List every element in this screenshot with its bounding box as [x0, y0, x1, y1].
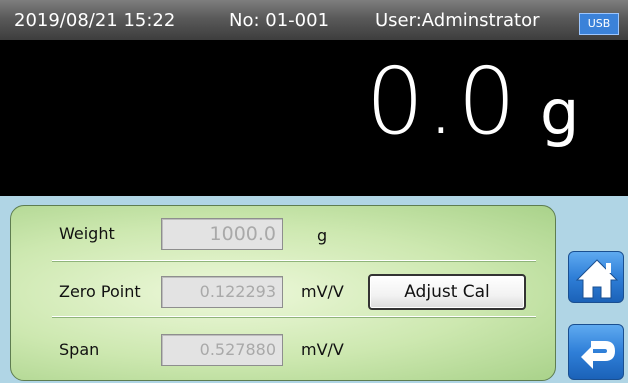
device-number-label: No: 01-001: [229, 10, 330, 31]
status-bar: 2019/08/21 15:22 No: 01-001 User:Adminst…: [0, 0, 628, 40]
span-unit-label: mV/V: [301, 340, 344, 359]
home-icon: [575, 259, 619, 299]
weight-unit-label: g: [317, 226, 328, 245]
divider: [52, 316, 536, 317]
adjust-cal-button[interactable]: Adjust Cal: [368, 274, 526, 310]
zero-point-label: Zero Point: [59, 282, 141, 301]
weight-readout: 0.0: [365, 48, 518, 155]
zero-point-field[interactable]: 0.122293: [161, 276, 283, 308]
user-label: User:Adminstrator: [375, 10, 540, 31]
divider: [52, 260, 536, 261]
home-button[interactable]: [568, 251, 624, 303]
span-row: Span 0.527880 mV/V: [11, 330, 557, 370]
usb-badge: USB: [579, 13, 619, 35]
span-label: Span: [59, 340, 100, 359]
zero-point-unit-label: mV/V: [301, 282, 344, 301]
span-field[interactable]: 0.527880: [161, 334, 283, 366]
zero-point-row: Zero Point 0.122293 mV/V Adjust Cal: [11, 272, 557, 312]
back-button[interactable]: [568, 324, 624, 380]
calibration-area: Weight 1000.0 g Zero Point 0.122293 mV/V…: [0, 196, 628, 383]
return-arrow-icon: [581, 341, 615, 369]
weight-unit: g: [540, 76, 580, 149]
weight-label: Weight: [59, 224, 115, 243]
weight-field[interactable]: 1000.0: [161, 218, 283, 250]
weight-display: 0.0 g: [0, 40, 628, 196]
datetime-label: 2019/08/21 15:22: [14, 10, 176, 31]
calibration-panel: Weight 1000.0 g Zero Point 0.122293 mV/V…: [10, 205, 556, 381]
weight-row: Weight 1000.0 g: [11, 214, 557, 254]
